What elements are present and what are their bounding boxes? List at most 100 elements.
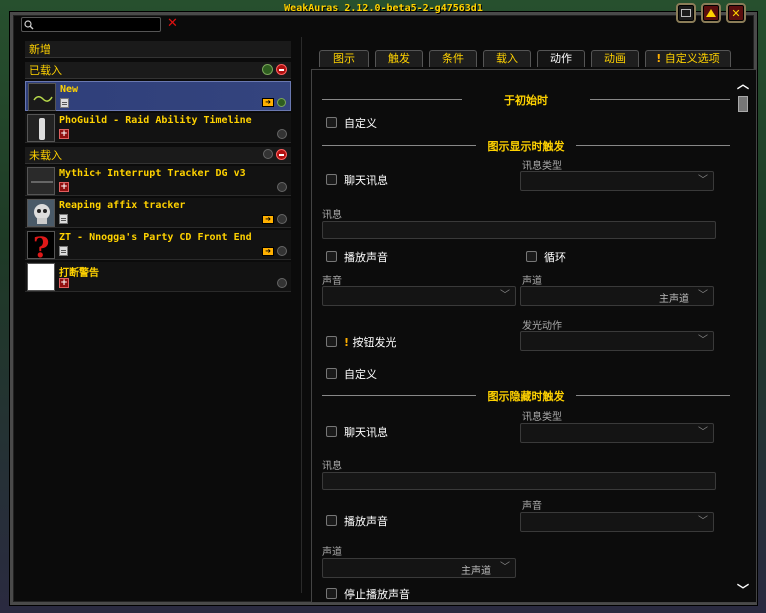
tab-conditions[interactable]: 条件 [429, 50, 477, 67]
loaded-label: 已载入 [29, 64, 62, 77]
window-title: WeakAuras 2.12.0-beta5-2-g47563d1 [284, 3, 483, 14]
hide-channel-dropdown[interactable]: 主声道 ﹀ [322, 558, 516, 578]
collapse-all-icon[interactable] [276, 64, 287, 75]
chevron-down-icon: ﹀ [698, 516, 708, 527]
show-play-sound-checkbox[interactable] [326, 251, 337, 262]
hide-msg-type-dropdown[interactable]: ﹀ [520, 423, 714, 443]
expand-group-icon[interactable]: + [59, 278, 69, 288]
loaded-header[interactable]: 已载入 [25, 62, 291, 79]
button-glow-label-wrap: ! 按钮发光 [344, 334, 397, 350]
bar-icon [31, 181, 53, 183]
stop-sound-checkbox[interactable] [326, 588, 337, 599]
show-chat-checkbox[interactable] [326, 174, 337, 185]
section-on-hide: 图示隐藏时触发 [322, 388, 730, 403]
hide-channel-value: 主声道 [461, 566, 491, 577]
group-arrow-icon[interactable]: ➜ [262, 214, 274, 224]
chevron-down-icon: ﹀ [698, 335, 708, 346]
button-glow-checkbox[interactable] [326, 336, 337, 347]
custom-init-checkbox[interactable] [326, 117, 337, 128]
custom-init-label: 自定义 [344, 117, 377, 130]
search-clear-icon[interactable]: ✕ [167, 17, 178, 31]
show-channel-dropdown[interactable]: 主声道 ﹀ [520, 286, 714, 306]
visibility-icon[interactable] [277, 214, 287, 224]
hide-sound-dropdown[interactable]: ﹀ [520, 512, 714, 532]
aura-item-interrupt-warning[interactable]: 打断警告 + [25, 262, 291, 292]
warning-icon: ! [344, 336, 350, 349]
section-title: 于初始时 [498, 94, 554, 107]
aura-item-zt[interactable]: ? ZT - Nnogga's Party CD Front End ➜ [25, 230, 291, 260]
group-arrow-icon[interactable]: ➜ [262, 246, 274, 256]
hide-chat-checkbox[interactable] [326, 426, 337, 437]
svg-text:?: ? [33, 232, 49, 259]
unloaded-label: 未载入 [29, 149, 62, 162]
visibility-icon[interactable] [277, 182, 287, 192]
hide-msg-input[interactable] [322, 472, 716, 490]
show-msg-type-dropdown[interactable]: ﹀ [520, 171, 714, 191]
weakauras-window: WeakAuras 2.12.0-beta5-2-g47563d1 ✕ ✕ 新增… [10, 3, 757, 605]
aura-thumbnail [27, 199, 55, 227]
hide-msg-type-label: 讯息类型 [522, 412, 562, 423]
tab-actions[interactable]: 动作 [537, 50, 585, 67]
loop-checkbox[interactable] [526, 251, 537, 262]
tab-trigger[interactable]: 触发 [375, 50, 423, 67]
visibility-icon[interactable] [277, 278, 287, 288]
section-on-show: 图示显示时触发 [322, 138, 730, 153]
scroll-thumb[interactable] [738, 96, 748, 112]
scroll-up-icon[interactable]: ︿ [735, 78, 751, 92]
stop-sound-label: 停止播放声音 [344, 588, 410, 601]
hide-channel-label: 声道 [322, 547, 342, 558]
skull-icon [28, 200, 54, 226]
search-input[interactable] [21, 17, 161, 32]
chevron-down-icon: ﹀ [698, 427, 708, 438]
show-play-sound-label: 播放声音 [344, 251, 388, 264]
glow-action-dropdown[interactable]: ﹀ [520, 331, 714, 351]
aura-name: Mythic+ Interrupt Tracker DG v3 [59, 168, 246, 179]
show-all-icon[interactable] [263, 149, 273, 159]
scrollbar[interactable]: ︿ ﹀ [735, 74, 751, 596]
title-buttons: ✕ [676, 3, 746, 23]
aura-thumbnail [27, 114, 55, 142]
show-all-icon[interactable] [262, 64, 273, 75]
chevron-down-icon: ﹀ [500, 290, 510, 301]
scroll-down-icon[interactable]: ﹀ [735, 584, 751, 598]
collapse-all-icon[interactable] [276, 149, 287, 160]
aura-item-reaping[interactable]: Reaping affix tracker ➜ [25, 198, 291, 228]
section-title: 图示隐藏时触发 [481, 390, 571, 403]
tab-animations[interactable]: 动画 [591, 50, 639, 67]
loop-label: 循环 [544, 251, 566, 264]
warning-icon: ! [656, 52, 662, 65]
unloaded-header[interactable]: 未载入 [25, 147, 291, 164]
document-icon [59, 214, 68, 224]
collapse-button[interactable] [701, 3, 721, 23]
visibility-icon[interactable] [277, 98, 286, 107]
tab-display[interactable]: 图示 [319, 50, 369, 67]
show-custom-checkbox[interactable] [326, 368, 337, 379]
show-sound-label: 声音 [322, 276, 342, 287]
aura-thumbnail: ? [27, 231, 55, 259]
tab-load[interactable]: 载入 [483, 50, 531, 67]
aura-name: New [60, 84, 79, 95]
glow-action-label: 发光动作 [522, 321, 562, 332]
chevron-down-icon: ﹀ [698, 175, 708, 186]
expand-group-icon[interactable]: + [59, 182, 69, 192]
section-title: 图示显示时触发 [481, 140, 571, 153]
visibility-icon[interactable] [277, 129, 287, 139]
new-label: 新增 [29, 43, 51, 56]
show-msg-input[interactable] [322, 221, 716, 239]
aura-item-new[interactable]: New ➜ [25, 81, 291, 111]
minimize-button[interactable] [676, 3, 696, 23]
close-button[interactable]: ✕ [726, 3, 746, 23]
new-aura-button[interactable]: 新增 [25, 41, 291, 58]
chevron-down-icon: ﹀ [698, 290, 708, 301]
show-sound-dropdown[interactable]: ﹀ [322, 286, 516, 306]
hide-play-sound-checkbox[interactable] [326, 515, 337, 526]
text-aura-icon [33, 96, 53, 102]
visibility-icon[interactable] [277, 246, 287, 256]
aura-item-phoguild[interactable]: PhoGuild - Raid Ability Timeline + [25, 113, 291, 143]
tab-custom-options[interactable]: ! 自定义选项 [645, 50, 731, 67]
aura-item-mythic[interactable]: Mythic+ Interrupt Tracker DG v3 + [25, 166, 291, 196]
group-arrow-icon[interactable]: ➜ [262, 98, 274, 107]
aura-thumbnail [28, 83, 56, 111]
expand-group-icon[interactable]: + [59, 129, 69, 139]
aura-name: ZT - Nnogga's Party CD Front End [59, 232, 252, 243]
